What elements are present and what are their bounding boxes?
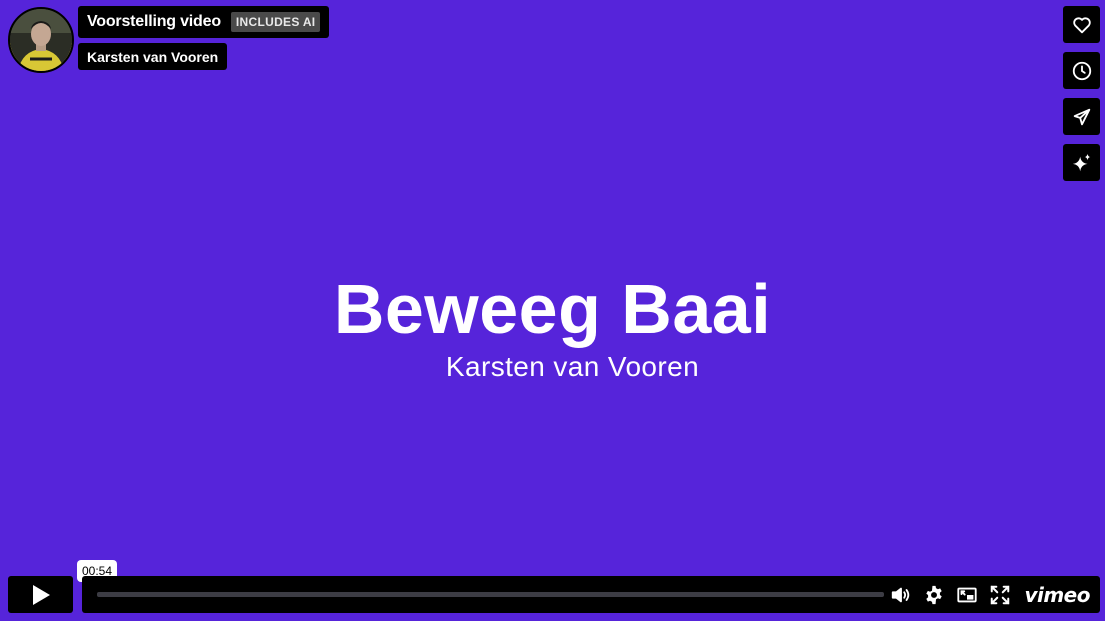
like-button[interactable] (1063, 6, 1100, 43)
picture-in-picture-icon (957, 587, 978, 602)
side-action-bar (1063, 6, 1100, 181)
heart-icon (1072, 16, 1091, 33)
sparkle-icon (1072, 153, 1090, 171)
volume-button[interactable] (890, 584, 912, 606)
vimeo-logo[interactable]: vimeo (1024, 583, 1090, 607)
includes-ai-badge: INCLUDES AI (230, 12, 321, 32)
paper-plane-icon (1073, 108, 1090, 125)
picture-in-picture-button[interactable] (956, 584, 978, 606)
video-title-card: Beweeg Baai (333, 270, 772, 348)
fullscreen-button[interactable] (989, 584, 1011, 606)
volume-icon (892, 587, 910, 602)
video-title[interactable]: Voorstelling video (87, 13, 221, 31)
settings-icon (926, 585, 943, 604)
share-button[interactable] (1063, 98, 1100, 135)
video-title-box[interactable]: Voorstelling video INCLUDES AI (78, 6, 330, 38)
play-icon (32, 584, 50, 605)
video-player[interactable]: Voorstelling video INCLUDES AI Karsten v… (0, 0, 1105, 621)
clock-icon (1072, 61, 1091, 80)
play-button[interactable] (8, 576, 73, 613)
ai-features-button[interactable] (1063, 144, 1100, 181)
control-bar: vimeo (82, 576, 1100, 613)
author-name[interactable]: Karsten van Vooren (87, 49, 218, 65)
video-subtitle-card: Karsten van Vooren (445, 351, 700, 382)
author-avatar[interactable] (8, 7, 74, 73)
control-icons: vimeo (890, 576, 1090, 613)
fullscreen-icon (991, 585, 1010, 604)
settings-button[interactable] (923, 584, 945, 606)
progress-bar[interactable] (97, 592, 884, 597)
author-byline[interactable]: Karsten van Vooren (78, 43, 228, 70)
watch-later-button[interactable] (1063, 52, 1100, 89)
